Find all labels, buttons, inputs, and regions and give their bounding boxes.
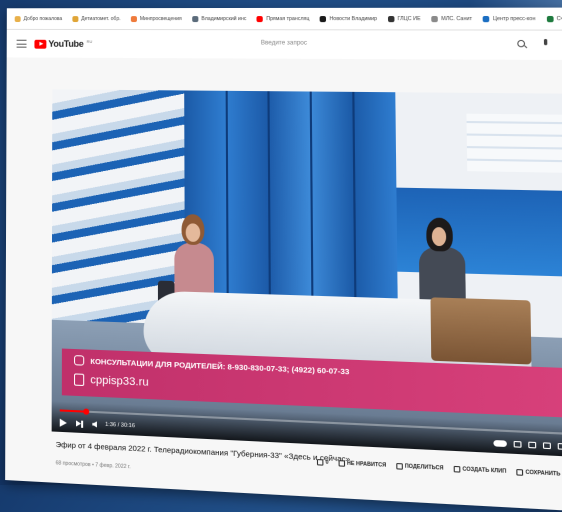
bookmarks-bar: Добро пожалова Детиатомет. обр. Минпросвещ… <box>6 7 562 31</box>
time-display: 1:36 / 30:16 <box>105 421 136 430</box>
action-scissors[interactable]: СОЗДАТЬ КЛИП <box>453 465 507 475</box>
menu-icon[interactable] <box>16 39 27 48</box>
thumbs-up-icon <box>316 459 324 466</box>
video-player[interactable]: КОНСУЛЬТАЦИИ ДЛЯ РОДИТЕЛЕЙ: 8-930-830-07… <box>51 89 562 458</box>
bookmark-label: ГЛЦС ИЕ <box>397 15 421 22</box>
studio-video-wall <box>184 90 398 311</box>
youtube-header: YouTube RU Введите запрос <box>6 29 562 61</box>
share-icon <box>395 462 403 470</box>
play-icon[interactable] <box>59 418 67 428</box>
scrubber-handle[interactable] <box>82 408 89 415</box>
browser-window: Добро пожалова Детиатомет. обр. Минпросвещ… <box>5 7 562 512</box>
youtube-wordmark: YouTube <box>48 38 84 49</box>
youtube-logo[interactable]: YouTube RU <box>34 39 92 49</box>
bookmark-item[interactable]: Счётная Вла <box>546 15 562 22</box>
bookmark-label: Прямая трансляц <box>266 15 310 22</box>
action-label: 0 <box>325 459 329 466</box>
video-meta: 68 просмотров • 7 февр. 2022 г. <box>55 460 131 471</box>
studio-stripes-right <box>466 113 562 174</box>
bookmark-favicon-icon <box>130 15 137 22</box>
action-share[interactable]: ПОДЕЛИТЬСЯ <box>395 462 444 472</box>
action-save-playlist[interactable]: СОХРАНИТЬ <box>516 469 561 478</box>
bookmark-favicon-icon <box>482 15 490 22</box>
microphone-icon[interactable] <box>543 38 548 46</box>
website-icon <box>74 373 85 387</box>
autoplay-toggle[interactable] <box>493 439 507 448</box>
bookmark-label: МЛС. Санит <box>441 15 473 22</box>
bookmark-label: Добро пожалова <box>23 15 63 22</box>
action-label: НЕ НРАВИТСЯ <box>346 460 387 469</box>
bookmark-favicon-icon <box>319 15 327 22</box>
bookmark-item[interactable]: МЛС. Санит <box>431 15 473 22</box>
bookmark-label: Владимирский инс <box>201 15 247 22</box>
bookmark-label: Минпросвещения <box>139 15 182 22</box>
next-icon[interactable] <box>76 420 83 428</box>
consultation-phones: КОНСУЛЬТАЦИИ ДЛЯ РОДИТЕЛЕЙ: 8-930-830-07… <box>90 356 350 377</box>
progress-fill <box>59 409 86 413</box>
bookmark-item[interactable]: ГЛЦС ИЕ <box>387 15 421 22</box>
action-thumbs-up[interactable]: 0 <box>316 459 329 466</box>
bookmark-item[interactable]: Центр пресс-кон <box>482 15 536 22</box>
bookmark-favicon-icon <box>387 15 395 22</box>
bookmark-item[interactable]: Прямая трансляц <box>256 15 310 22</box>
action-label: СОХРАНИТЬ <box>525 469 561 478</box>
action-thumbs-down[interactable]: НЕ НРАВИТСЯ <box>338 460 386 469</box>
save-playlist-icon <box>516 469 524 476</box>
bookmark-label: Детиатомет. обр. <box>81 15 121 22</box>
bookmark-favicon-icon <box>72 15 79 22</box>
miniplayer-icon[interactable] <box>542 442 551 450</box>
phone-icon <box>74 355 85 366</box>
action-label: СОЗДАТЬ КЛИП <box>462 466 507 475</box>
bookmark-label: Новости Владимир <box>329 15 378 22</box>
bookmark-favicon-icon <box>546 15 554 22</box>
presenter-right-face <box>431 226 447 247</box>
bookmark-favicon-icon <box>14 15 21 22</box>
bookmark-favicon-icon <box>431 15 439 22</box>
thumbs-down-icon <box>338 460 345 467</box>
scissors-icon <box>453 465 461 473</box>
region-code: RU <box>86 38 93 44</box>
bookmark-item[interactable]: Детиатомет. обр. <box>72 15 121 22</box>
subtitles-icon[interactable] <box>513 440 522 448</box>
bookmark-label: Счётная Вла <box>556 15 562 22</box>
bookmark-item[interactable]: Владимирский инс <box>192 16 246 22</box>
search-icon[interactable] <box>517 39 526 48</box>
bookmark-item[interactable]: Добро пожалова <box>14 15 63 22</box>
volume-icon[interactable] <box>92 421 97 427</box>
bookmark-item[interactable]: Минпросвещения <box>130 15 182 22</box>
youtube-play-icon <box>34 39 47 49</box>
theater-mode-icon[interactable] <box>557 442 562 450</box>
action-label: ПОДЕЛИТЬСЯ <box>404 463 444 472</box>
settings-icon[interactable] <box>528 441 537 449</box>
bookmark-favicon-icon <box>192 15 199 22</box>
studio-desk-wood <box>430 297 532 365</box>
video-actions: 0 НЕ НРАВИТСЯ ПОДЕЛИТЬСЯ СОЗДАТЬ КЛИП СОХРАН… <box>316 459 562 478</box>
presenter-left-face <box>185 223 201 243</box>
bookmark-favicon-icon <box>256 15 264 22</box>
website-url: cppisp33.ru <box>90 374 149 389</box>
bookmark-label: Центр пресс-кон <box>492 15 536 22</box>
search-input[interactable]: Введите запрос <box>261 40 307 46</box>
bookmark-item[interactable]: Новости Владимир <box>319 15 378 22</box>
